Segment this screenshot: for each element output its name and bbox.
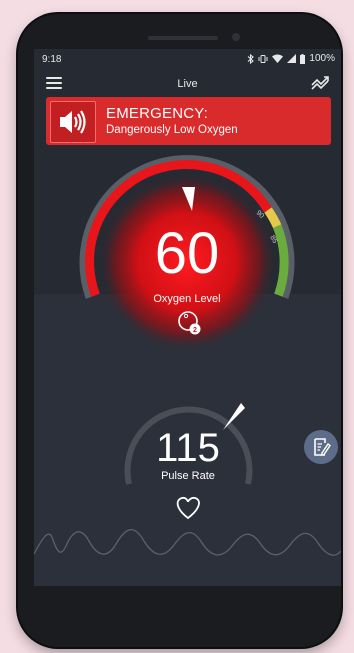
oxygen-level-value: 60 <box>154 221 220 286</box>
pulse-rate-label: Pulse Rate <box>161 470 215 482</box>
pulse-rate-value: 115 <box>156 426 220 470</box>
phone-chin <box>34 586 341 626</box>
app-screen: 9:18 100% Live EMERGENCY: Dangerously Lo… <box>34 49 341 586</box>
heart-icon <box>176 496 200 520</box>
gauges-graphics: 90 85 2 <box>34 155 341 556</box>
pleth-waveform <box>34 529 341 556</box>
svg-text:2: 2 <box>193 327 197 334</box>
phone-speaker <box>148 36 218 40</box>
add-note-button[interactable] <box>304 430 338 464</box>
oxygen-gauge-normal-arc <box>272 224 289 297</box>
phone-camera <box>232 33 240 41</box>
oxygen-level-label: Oxygen Level <box>153 293 221 305</box>
note-edit-icon <box>314 438 331 456</box>
